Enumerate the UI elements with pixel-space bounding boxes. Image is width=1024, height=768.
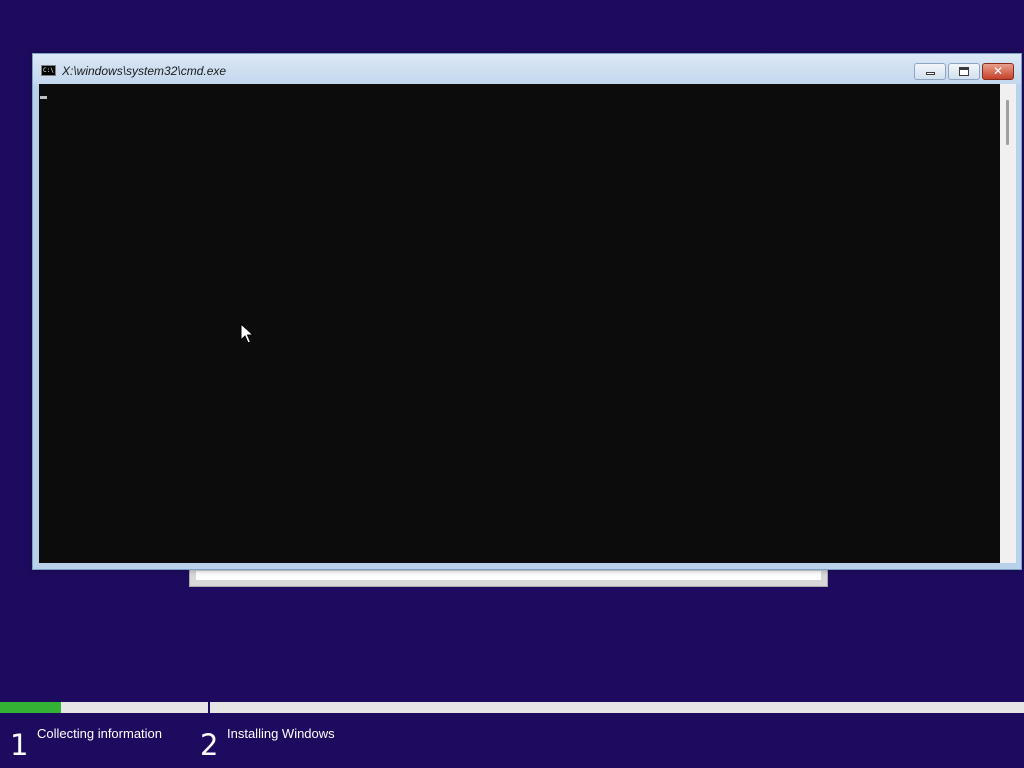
- cmd-window[interactable]: C:\ X:\windows\system32\cmd.exe ✕: [32, 53, 1022, 570]
- progress-step-divider: [208, 702, 210, 713]
- window-title: X:\windows\system32\cmd.exe: [62, 64, 227, 78]
- step-number: 1: [10, 728, 29, 762]
- step-label: Collecting information: [37, 726, 163, 741]
- install-progress-bar: [0, 702, 1024, 713]
- maximize-icon: [959, 67, 969, 76]
- step-label: Installing Windows: [227, 726, 335, 741]
- minimize-icon: [926, 72, 935, 75]
- setup-dialog-panel: [196, 571, 821, 580]
- title-bar[interactable]: C:\ X:\windows\system32\cmd.exe ✕: [33, 54, 1021, 84]
- cmd-icon: C:\: [41, 65, 56, 76]
- mouse-pointer-icon: [240, 323, 254, 344]
- maximize-button[interactable]: [948, 63, 980, 80]
- console-output[interactable]: [39, 84, 1000, 563]
- text-cursor: [40, 96, 47, 99]
- step-number: 2: [200, 728, 219, 762]
- close-icon: ✕: [992, 64, 1004, 78]
- vertical-scrollbar[interactable]: [1000, 84, 1016, 563]
- close-button[interactable]: ✕: [982, 63, 1014, 80]
- scrollbar-thumb[interactable]: [1006, 100, 1009, 145]
- progress-fill: [0, 702, 62, 713]
- minimize-button[interactable]: [914, 63, 946, 80]
